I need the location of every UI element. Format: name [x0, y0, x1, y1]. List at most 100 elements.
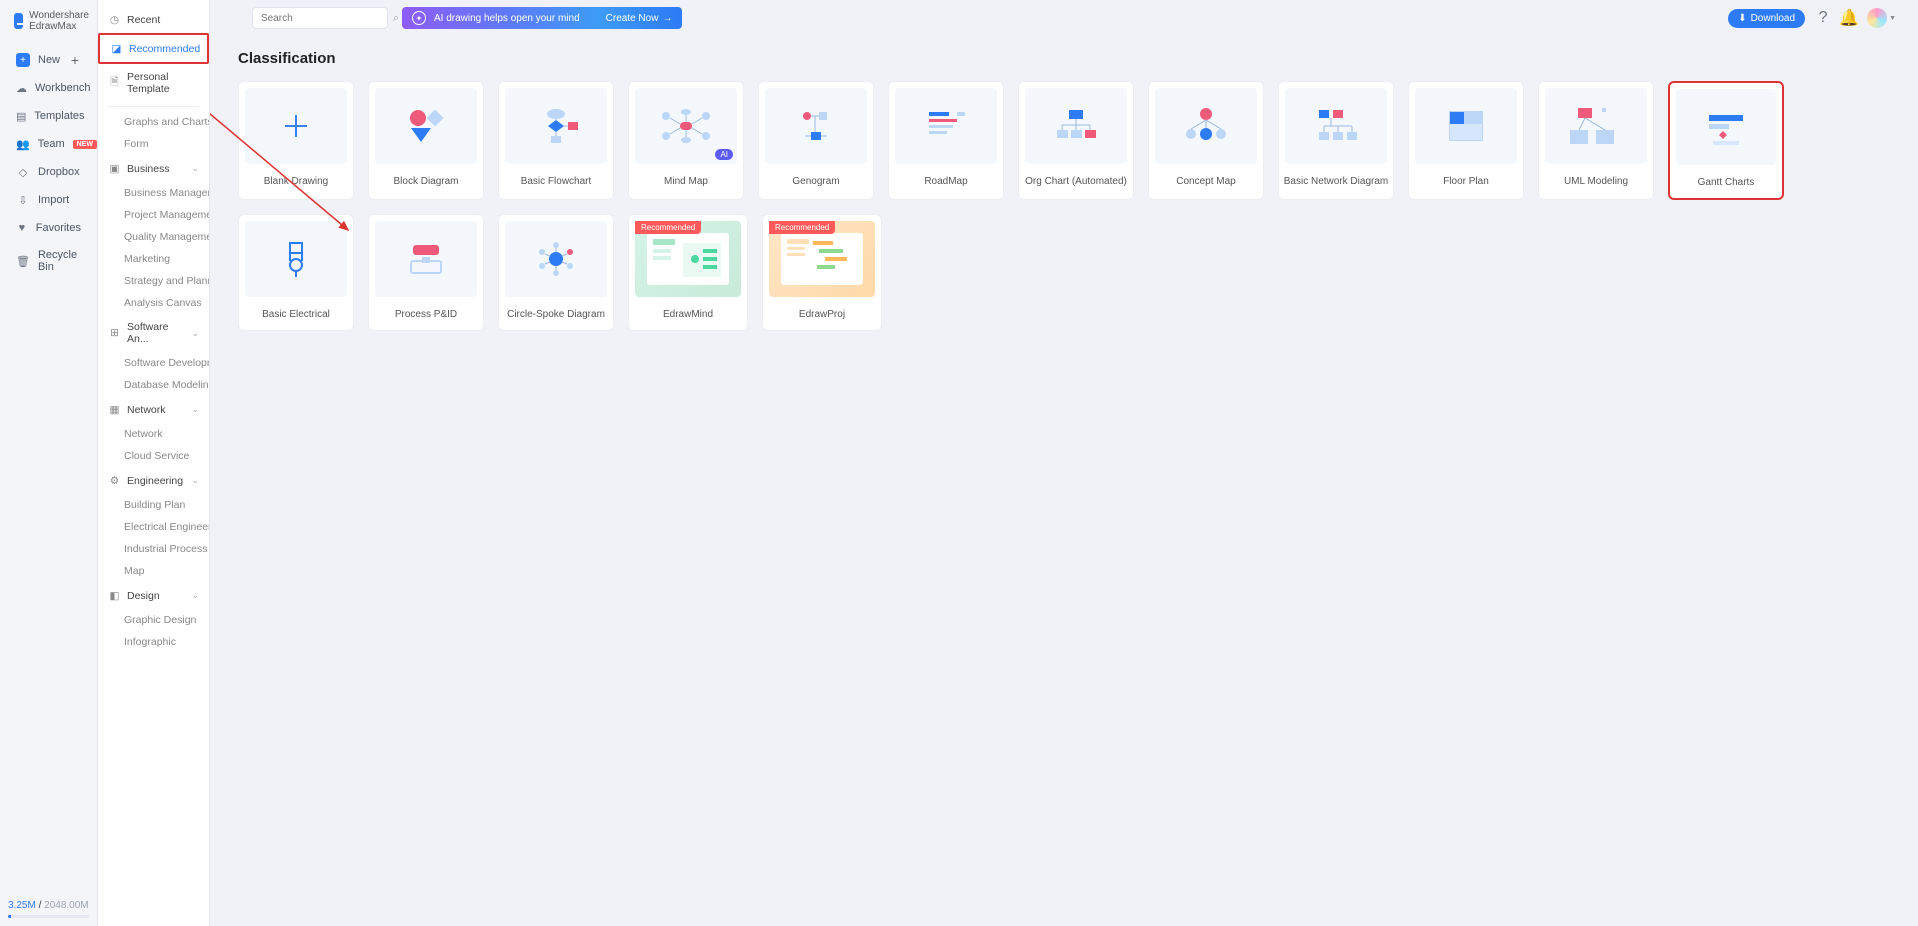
nav-dropbox[interactable]: ◇ Dropbox — [8, 158, 89, 186]
cat-recent-label: Recent — [127, 14, 160, 26]
card-label: EdrawMind — [629, 303, 747, 330]
card-uml[interactable]: UML Modeling — [1538, 81, 1654, 200]
cat-sub[interactable]: Cloud Service — [98, 445, 209, 467]
cat-network-label: Network — [127, 404, 166, 416]
brand-line1: Wondershare — [29, 10, 89, 21]
cat-recent[interactable]: ◷ Recent — [98, 6, 209, 33]
thumb-uml — [1545, 88, 1647, 164]
card-basic-flowchart[interactable]: Basic Flowchart — [498, 81, 614, 200]
brand: Wondershare EdrawMax — [0, 0, 97, 46]
nav-workbench[interactable]: ☁ Workbench — [8, 74, 89, 102]
thumb-gantt — [1676, 89, 1776, 165]
search-input[interactable] — [261, 13, 393, 24]
cat-form[interactable]: Form — [98, 133, 209, 155]
cat-sub[interactable]: Marketing — [98, 248, 209, 270]
ai-create-now[interactable]: Create Now → — [606, 13, 673, 24]
recommended-tag: Recommended — [635, 221, 701, 234]
thumb-mindmap: AI — [635, 88, 737, 164]
cat-sub[interactable]: Software Development — [98, 352, 209, 374]
card-org-chart[interactable]: Org Chart (Automated) — [1018, 81, 1134, 200]
cat-sub[interactable]: Industrial Process — [98, 538, 209, 560]
card-label: Org Chart (Automated) — [1019, 170, 1133, 197]
card-process-pid[interactable]: Process P&ID — [368, 214, 484, 331]
cat-business[interactable]: ▣ Business ⌄ — [98, 155, 209, 182]
cat-sub[interactable]: Electrical Engineering — [98, 516, 209, 538]
cat-sub[interactable]: Database Modeling — [98, 374, 209, 396]
nav-favorites[interactable]: ♥ Favorites — [8, 214, 89, 242]
cat-graphs[interactable]: Graphs and Charts — [98, 111, 209, 133]
nav-import-label: Import — [38, 194, 69, 206]
bell-icon[interactable]: 🔔 — [1841, 10, 1857, 26]
cat-software[interactable]: ⊞ Software An... ⌄ — [98, 314, 209, 352]
storage-bar — [8, 915, 89, 918]
cat-sub[interactable]: Infographic — [98, 631, 209, 653]
card-label: Mind Map — [629, 170, 743, 197]
card-network-diagram[interactable]: Basic Network Diagram — [1278, 81, 1394, 200]
nav-new[interactable]: + New + — [8, 46, 89, 74]
nav-dropbox-label: Dropbox — [38, 166, 80, 178]
cat-sub[interactable]: Building Plan — [98, 494, 209, 516]
thumb-edrawmind: Recommended — [635, 221, 741, 297]
nav-team[interactable]: 👥 Team NEW — [8, 130, 89, 158]
cat-sub[interactable]: Map — [98, 560, 209, 582]
search-icon[interactable]: ⌕ — [393, 12, 399, 25]
nav-new-label: New — [38, 54, 60, 66]
cat-software-label: Software An... — [127, 321, 185, 345]
design-icon: ◧ — [108, 589, 121, 602]
thumb-floorplan — [1415, 88, 1517, 164]
nav-import[interactable]: ⇩ Import — [8, 186, 89, 214]
cat-sub[interactable]: Analysis Canvas — [98, 292, 209, 314]
card-mind-map[interactable]: AI Mind Map — [628, 81, 744, 200]
card-block-diagram[interactable]: Block Diagram — [368, 81, 484, 200]
card-label: Basic Electrical — [239, 303, 353, 330]
storage-used: 3.25M — [8, 900, 36, 911]
card-blank-drawing[interactable]: Blank Drawing — [238, 81, 354, 200]
card-edrawmind[interactable]: Recommended EdrawMind — [628, 214, 748, 331]
thumb-genogram — [765, 88, 867, 164]
card-floor-plan[interactable]: Floor Plan — [1408, 81, 1524, 200]
card-genogram[interactable]: Genogram — [758, 81, 874, 200]
cat-personal[interactable]: 🗎 Personal Template — [98, 64, 209, 102]
card-basic-electrical[interactable]: Basic Electrical — [238, 214, 354, 331]
nav-recycle-label: Recycle Bin — [38, 249, 81, 273]
plus-icon: + — [16, 53, 30, 67]
cat-business-label: Business — [127, 163, 170, 175]
main: ⌕ ✦ AI drawing helps open your mind Crea… — [210, 0, 1918, 926]
nav-templates[interactable]: ▤ Templates — [8, 102, 89, 130]
help-icon[interactable]: ? — [1815, 10, 1831, 26]
download-icon: ⬇ — [1738, 13, 1746, 24]
card-edrawproj[interactable]: Recommended EdrawProj — [762, 214, 882, 331]
download-button[interactable]: ⬇ Download — [1728, 9, 1805, 28]
cat-sub[interactable]: Project Management — [98, 204, 209, 226]
card-label: Circle-Spoke Diagram — [499, 303, 613, 330]
card-label: Block Diagram — [369, 170, 483, 197]
dropbox-icon: ◇ — [16, 165, 30, 179]
new-badge: NEW — [73, 140, 97, 149]
card-concept-map[interactable]: Concept Map — [1148, 81, 1264, 200]
team-icon: 👥 — [16, 137, 30, 151]
arrow-right-icon: → — [662, 13, 672, 24]
cat-design[interactable]: ◧ Design ⌄ — [98, 582, 209, 609]
storage-info: 3.25M / 2048.00M — [0, 892, 97, 926]
cat-sub[interactable]: Business Management — [98, 182, 209, 204]
card-circle-spoke[interactable]: Circle-Spoke Diagram — [498, 214, 614, 331]
cat-sub[interactable]: Graphic Design — [98, 609, 209, 631]
cat-sub[interactable]: Network — [98, 423, 209, 445]
cat-sub[interactable]: Quality Management — [98, 226, 209, 248]
ai-banner-text: AI drawing helps open your mind — [434, 13, 580, 24]
recommended-tag: Recommended — [769, 221, 835, 234]
ai-banner[interactable]: ✦ AI drawing helps open your mind Create… — [402, 7, 682, 29]
cat-network[interactable]: ▦ Network ⌄ — [98, 396, 209, 423]
cat-recommended[interactable]: ◪ Recommended — [98, 33, 209, 64]
nav-recycle[interactable]: 🗑 Recycle Bin — [8, 242, 89, 280]
card-roadmap[interactable]: RoadMap — [888, 81, 1004, 200]
avatar-menu[interactable]: ▼ — [1867, 8, 1896, 28]
card-label: Concept Map — [1149, 170, 1263, 197]
cat-engineering[interactable]: ⚙ Engineering ⌄ — [98, 467, 209, 494]
search-box[interactable]: ⌕ — [252, 7, 388, 29]
thumb-circlespoke — [505, 221, 607, 297]
nav-templates-label: Templates — [34, 110, 84, 122]
card-gantt-charts[interactable]: Gantt Charts — [1668, 81, 1784, 200]
new-add-icon[interactable]: + — [69, 54, 81, 66]
cat-sub[interactable]: Strategy and Planning — [98, 270, 209, 292]
